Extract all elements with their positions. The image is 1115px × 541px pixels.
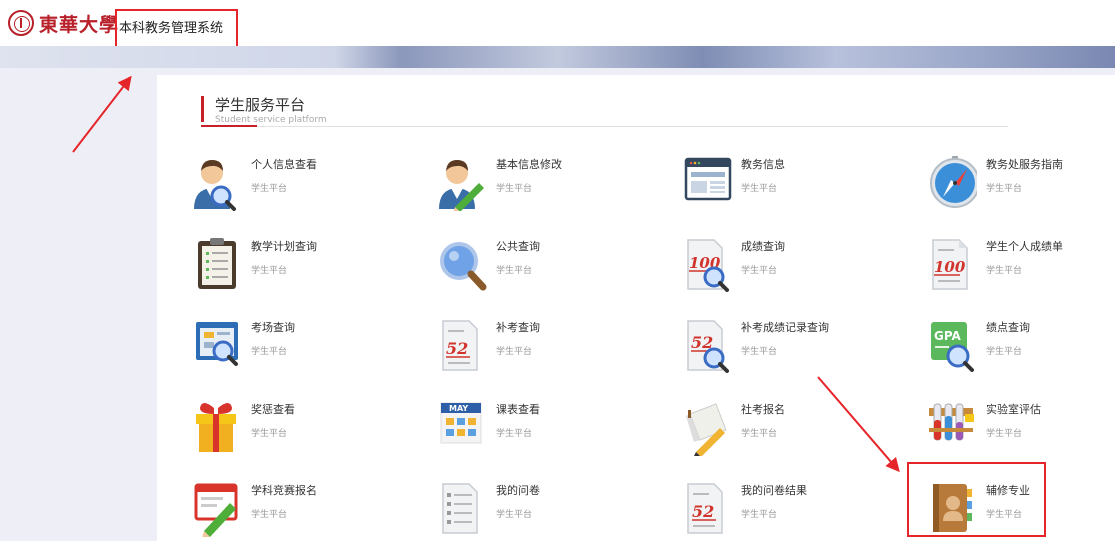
- compass-icon: [925, 155, 977, 211]
- tile-sublabel: 学生平台: [496, 266, 533, 276]
- tile-sublabel: 学生平台: [741, 510, 778, 520]
- tile-label: 社考报名: [741, 403, 785, 416]
- paper-pencil-icon: [680, 400, 732, 456]
- tile-academic-info[interactable]: 教务信息 学生平台: [680, 155, 910, 219]
- score-52-doc-icon: 52: [435, 318, 487, 374]
- person-search-icon: [190, 155, 242, 211]
- tile-timetable[interactable]: MAY 课表查看 学生平台: [435, 400, 665, 464]
- tile-sublabel: 学生平台: [741, 429, 778, 439]
- tile-teaching-plan[interactable]: 教学计划查询 学生平台: [190, 237, 420, 301]
- browser-window-icon: [680, 155, 732, 211]
- section-divider-accent: [201, 125, 257, 127]
- tile-label: 公共查询: [496, 240, 540, 253]
- tile-score-query[interactable]: 100 成绩查询 学生平台: [680, 237, 910, 301]
- svg-text:52: 52: [446, 339, 468, 358]
- tile-label: 个人信息查看: [251, 158, 317, 171]
- calendar-badge: MAY: [449, 404, 468, 413]
- tile-label: 补考成绩记录查询: [741, 321, 829, 334]
- tile-label: 教务信息: [741, 158, 785, 171]
- tile-sublabel: 学生平台: [496, 184, 533, 194]
- tile-sublabel: 学生平台: [986, 266, 1023, 276]
- section-accent-bar: [201, 96, 204, 122]
- score-100-doc-icon: 100: [925, 237, 977, 293]
- tile-label: 绩点查询: [986, 321, 1030, 334]
- tile-sublabel: 学生平台: [251, 184, 288, 194]
- tile-social-exam-registration[interactable]: 社考报名 学生平台: [680, 400, 910, 464]
- tile-sublabel: 学生平台: [496, 429, 533, 439]
- screen-search-icon: [190, 318, 242, 374]
- questionnaire-icon: [435, 481, 487, 537]
- gpa-search-icon: GPA: [925, 318, 977, 374]
- tile-sublabel: 学生平台: [496, 347, 533, 357]
- tile-label: 我的问卷: [496, 484, 540, 497]
- svg-text:100: 100: [934, 258, 966, 276]
- tile-personal-info[interactable]: 个人信息查看 学生平台: [190, 155, 420, 219]
- tile-gpa-query[interactable]: GPA 绩点查询 学生平台: [925, 318, 1115, 382]
- tile-rewards-penalties[interactable]: 奖惩查看 学生平台: [190, 400, 420, 464]
- score-52-result-icon: 52: [680, 481, 732, 537]
- calendar-icon: MAY: [435, 400, 487, 456]
- tile-sublabel: 学生平台: [251, 510, 288, 520]
- tile-label: 成绩查询: [741, 240, 785, 253]
- tile-my-questionnaire-results[interactable]: 52 我的问卷结果 学生平台: [680, 481, 910, 541]
- svg-text:GPA: GPA: [934, 329, 962, 343]
- tile-sublabel: 学生平台: [251, 429, 288, 439]
- tile-label: 基本信息修改: [496, 158, 562, 171]
- tile-public-query[interactable]: 公共查询 学生平台: [435, 237, 665, 301]
- magnifier-icon: [435, 237, 487, 293]
- clipboard-list-icon: [190, 237, 242, 293]
- tile-label: 教学计划查询: [251, 240, 317, 253]
- tile-service-guide[interactable]: 教务处服务指南 学生平台: [925, 155, 1115, 219]
- gift-icon: [190, 400, 242, 456]
- tile-basic-info-edit[interactable]: 基本信息修改 学生平台: [435, 155, 665, 219]
- score-100-search-icon: 100: [680, 237, 732, 293]
- person-edit-icon: [435, 155, 487, 211]
- tile-label: 奖惩查看: [251, 403, 295, 416]
- tile-sublabel: 学生平台: [741, 184, 778, 194]
- tile-sublabel: 学生平台: [251, 347, 288, 357]
- tile-personal-transcript[interactable]: 100 学生个人成绩单 学生平台: [925, 237, 1115, 301]
- tile-lab-evaluation[interactable]: 实验室评估 学生平台: [925, 400, 1115, 464]
- tile-label: 教务处服务指南: [986, 158, 1063, 171]
- header-banner: [0, 46, 1115, 68]
- tile-sublabel: 学生平台: [986, 429, 1023, 439]
- tile-sublabel: 学生平台: [251, 266, 288, 276]
- tile-label: 考场查询: [251, 321, 295, 334]
- tile-makeup-score-record[interactable]: 52 补考成绩记录查询 学生平台: [680, 318, 910, 382]
- tile-label: 学生个人成绩单: [986, 240, 1063, 253]
- tile-sublabel: 学生平台: [986, 347, 1023, 357]
- tile-sublabel: 学生平台: [741, 266, 778, 276]
- tile-makeup-exam-query[interactable]: 52 补考查询 学生平台: [435, 318, 665, 382]
- window-pencil-icon: [190, 481, 242, 537]
- svg-text:52: 52: [692, 502, 714, 521]
- tile-label: 学科竞赛报名: [251, 484, 317, 497]
- tile-label: 我的问卷结果: [741, 484, 807, 497]
- tile-sublabel: 学生平台: [741, 347, 778, 357]
- annotation-box-minor-program: [907, 462, 1046, 537]
- tile-label: 补考查询: [496, 321, 540, 334]
- tile-label: 课表查看: [496, 403, 540, 416]
- tile-sublabel: 学生平台: [986, 184, 1023, 194]
- tile-label: 实验室评估: [986, 403, 1041, 416]
- tile-my-questionnaire[interactable]: 我的问卷 学生平台: [435, 481, 665, 541]
- university-logo[interactable]: 東華大學: [8, 8, 120, 38]
- tile-competition-registration[interactable]: 学科竞赛报名 学生平台: [190, 481, 420, 541]
- university-name: 東華大學: [39, 13, 120, 36]
- university-seal-icon: [8, 10, 34, 36]
- section-subtitle: Student service platform: [215, 115, 327, 125]
- test-tubes-icon: [925, 400, 977, 456]
- section-title: 学生服务平台: [215, 96, 306, 114]
- section-divider: [201, 126, 1008, 127]
- tile-exam-room-query[interactable]: 考场查询 学生平台: [190, 318, 420, 382]
- tile-sublabel: 学生平台: [496, 510, 533, 520]
- score-52-search-icon: 52: [680, 318, 732, 374]
